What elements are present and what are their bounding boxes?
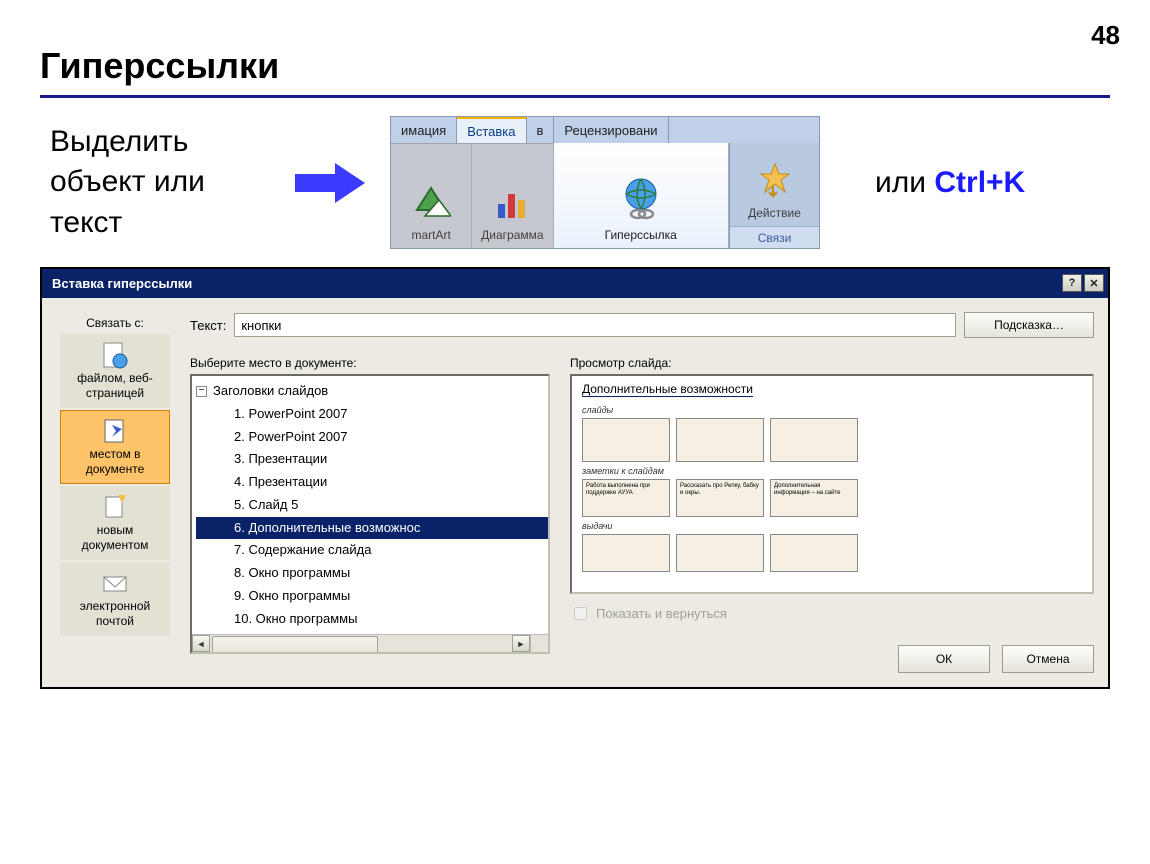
sidebar-new-doc[interactable]: новым документом <box>60 486 170 560</box>
page-title: Гиперссылки <box>40 45 1110 98</box>
ribbon-item-label: Действие <box>748 206 801 220</box>
tree-item[interactable]: 10. Окно программы <box>196 608 548 631</box>
ribbon-group-label: Связи <box>730 226 819 248</box>
tree-root[interactable]: − Заголовки слайдов <box>196 380 548 403</box>
ok-button[interactable]: ОК <box>898 645 990 673</box>
sidebar-item-label: новым документом <box>63 523 167 553</box>
ribbon-item-label: Гиперссылка <box>605 228 677 242</box>
slide-preview: Дополнительные возможности слайды заметк… <box>570 374 1094 594</box>
link-to-sidebar: Связать с: файлом, веб-страницей местом … <box>50 312 180 673</box>
ribbon-item-label: martArt <box>411 228 450 242</box>
action-icon <box>755 160 795 200</box>
preview-handout-thumb <box>582 534 670 572</box>
close-button[interactable]: ✕ <box>1084 274 1104 292</box>
new-doc-icon <box>100 493 130 521</box>
show-return-checkbox <box>574 607 587 620</box>
show-and-return: Показать и вернуться <box>570 604 1094 623</box>
preview-thumb <box>582 418 670 462</box>
sidebar-item-label: электронной почтой <box>63 599 167 629</box>
instruction-row: Выделить объект или текст имация Вставка… <box>50 116 1110 249</box>
preview-thumb <box>770 418 858 462</box>
arrow-icon <box>295 163 365 203</box>
tree-item[interactable]: 7. Содержание слайда <box>196 539 548 562</box>
dialog-title: Вставка гиперссылки <box>52 276 192 291</box>
instruction-text: Выделить объект или текст <box>50 122 270 244</box>
preview-label: Просмотр слайда: <box>570 356 1094 370</box>
tree-item[interactable]: 6. Дополнительные возможнос <box>196 517 548 540</box>
sidebar-file-web[interactable]: файлом, веб-страницей <box>60 334 170 408</box>
email-icon <box>100 569 130 597</box>
tree-item[interactable]: 8. Окно программы <box>196 562 548 585</box>
insert-hyperlink-dialog: Вставка гиперссылки ? ✕ Связать с: файло… <box>40 267 1110 689</box>
preview-thumb <box>676 418 764 462</box>
sidebar-item-label: местом в документе <box>63 447 167 477</box>
shortcut-key: Ctrl+K <box>934 166 1025 199</box>
ribbon-tabs: имация Вставка в Рецензировани <box>391 117 819 143</box>
ribbon-item-chart[interactable]: Диаграмма <box>472 144 553 248</box>
preview-handout-thumb <box>676 534 764 572</box>
text-label: Текст: <box>190 318 226 333</box>
globe-link-icon <box>618 176 664 222</box>
collapse-icon[interactable]: − <box>196 386 207 397</box>
ribbon-item-smartart[interactable]: martArt <box>391 144 472 248</box>
preview-note-thumb: Дополнительная информация – на сайте <box>770 479 858 517</box>
tree-item[interactable]: 5. Слайд 5 <box>196 494 548 517</box>
tree-item[interactable]: 3. Презентации <box>196 448 548 471</box>
help-button[interactable]: ? <box>1062 274 1082 292</box>
hint-button[interactable]: Подсказка… <box>964 312 1094 338</box>
sidebar-email[interactable]: электронной почтой <box>60 562 170 636</box>
ribbon-snippet: имация Вставка в Рецензировани martArt <box>390 116 820 249</box>
sidebar-item-label: файлом, веб-страницей <box>63 371 167 401</box>
scroll-left-button[interactable]: ◄ <box>192 635 210 652</box>
smartart-icon <box>411 182 451 222</box>
document-tree[interactable]: − Заголовки слайдов 1. PowerPoint 20072.… <box>190 374 550 654</box>
scroll-thumb[interactable] <box>212 636 378 654</box>
tree-item[interactable]: 4. Презентации <box>196 471 548 494</box>
choose-place-label: Выберите место в документе: <box>190 356 550 370</box>
chart-icon <box>492 182 532 222</box>
ribbon-tab[interactable]: имация <box>391 117 457 143</box>
tree-item[interactable]: 1. PowerPoint 2007 <box>196 403 548 426</box>
link-to-label: Связать с: <box>86 316 144 330</box>
ribbon-tab[interactable]: в <box>527 117 555 143</box>
dialog-titlebar: Вставка гиперссылки ? ✕ <box>42 269 1108 298</box>
preview-handout-thumb <box>770 534 858 572</box>
h-scrollbar[interactable]: ◄ ► <box>192 634 530 652</box>
scroll-right-button[interactable]: ► <box>512 635 530 652</box>
preview-slide-title: Дополнительные возможности <box>582 382 753 397</box>
tree-item[interactable]: 9. Окно программы <box>196 585 548 608</box>
dialog-main: Текст: Подсказка… Выберите место в докум… <box>190 312 1094 673</box>
preview-note-thumb: Рассказать про Репку, бабку и окры. <box>676 479 764 517</box>
hyperlink-text-input[interactable] <box>234 313 956 337</box>
sidebar-place-in-doc[interactable]: местом в документе <box>60 410 170 484</box>
file-web-icon <box>100 341 130 369</box>
ribbon-item-hyperlink[interactable]: Гиперссылка <box>554 143 730 248</box>
shortcut-text: или Ctrl+K <box>875 166 1025 200</box>
ribbon-tab-active[interactable]: Вставка <box>457 117 526 143</box>
cancel-button[interactable]: Отмена <box>1002 645 1094 673</box>
ribbon-item-action[interactable]: Действие <box>730 143 819 226</box>
place-in-doc-icon <box>100 417 130 445</box>
ribbon-item-label: Диаграмма <box>481 228 543 242</box>
ribbon-tab[interactable]: Рецензировани <box>554 117 668 143</box>
preview-note-thumb: Работа выполнена при поддержке АУУА <box>582 479 670 517</box>
ribbon-body: martArt Диаграмма <box>391 143 819 248</box>
tree-item[interactable]: 2. PowerPoint 2007 <box>196 426 548 449</box>
